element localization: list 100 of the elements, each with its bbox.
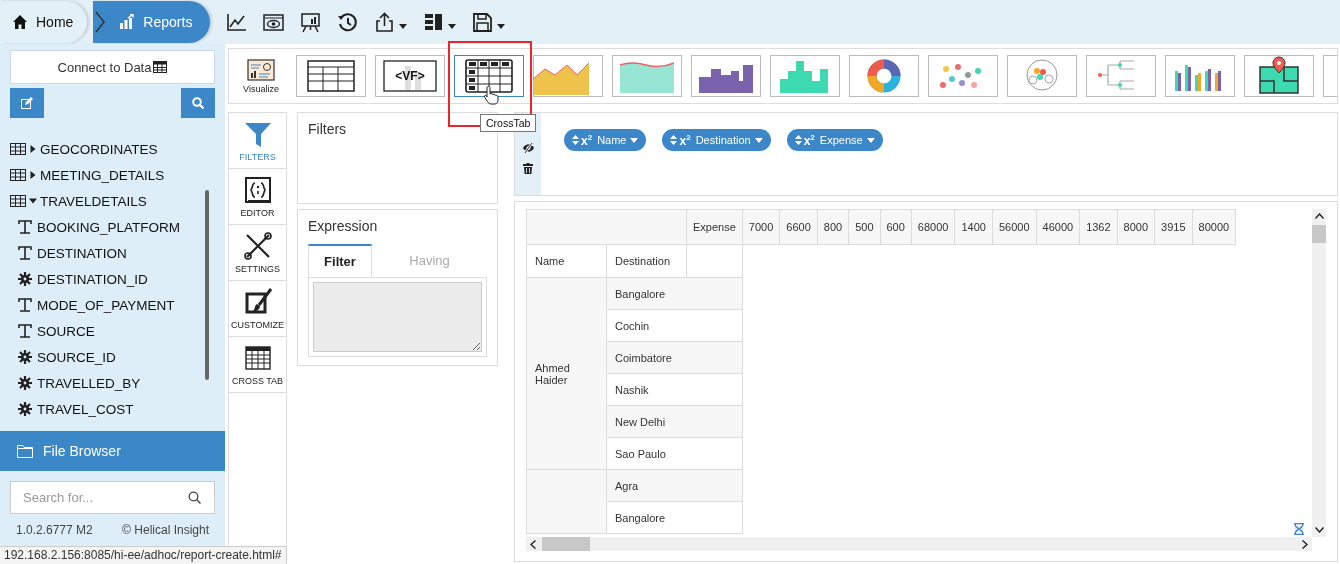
sort-icon (572, 135, 579, 145)
visualize-button[interactable]: Visualize (235, 58, 287, 94)
table-header-cell: 3915 (1154, 209, 1193, 245)
expression-input[interactable] (313, 282, 482, 352)
scroll-down-icon (1314, 527, 1324, 533)
field-item[interactable]: SOURCE (37, 323, 95, 339)
table-icon (10, 169, 26, 181)
scrollbar-thumb[interactable] (205, 190, 209, 380)
chevron-icon (93, 10, 108, 34)
chart-type-button[interactable]: <VF> (375, 55, 445, 97)
breadcrumb-tab[interactable]: Home (0, 1, 88, 43)
version-text: 1.0.2.6777 M2 (16, 523, 93, 537)
table-cell: Nashik (606, 373, 743, 406)
home-icon (12, 14, 28, 30)
table-icon (10, 143, 26, 155)
gear-icon (18, 402, 32, 416)
bar-chart-icon (119, 14, 136, 30)
share-icon (374, 11, 396, 33)
save-icon (472, 11, 494, 33)
text-type-icon (18, 246, 32, 260)
chart-type-button[interactable] (454, 55, 524, 97)
table-cell: Bangalore (606, 501, 743, 534)
grid-table-icon (242, 343, 273, 373)
field-item[interactable]: TRAVELLED_BY (37, 375, 141, 391)
sort-icon (670, 135, 678, 145)
file-browser-button[interactable]: File Browser (0, 431, 225, 471)
field-item[interactable]: SOURCE_ID (37, 349, 116, 365)
table-header-cell: 1400 (954, 209, 993, 245)
field-item[interactable]: TRAVEL_COST (37, 401, 134, 417)
caret-right-icon[interactable] (29, 171, 37, 179)
table-cell: Sao Paulo (606, 437, 743, 470)
caret-icon (630, 137, 639, 143)
copyright-text: © Helical Insight (122, 523, 209, 537)
hide-button[interactable] (521, 143, 535, 153)
search-field[interactable]: Search for... (10, 481, 215, 514)
folder-icon (17, 444, 33, 458)
search-icon (192, 97, 204, 109)
scrollbar-thumb[interactable] (1312, 225, 1326, 243)
layout-icon (423, 11, 445, 33)
gear-icon (18, 272, 32, 286)
table-header-cell: 8000 (1117, 209, 1155, 245)
hourglass-icon (1294, 523, 1304, 535)
history-icon (337, 11, 359, 33)
presentation-icon (300, 11, 322, 33)
gear-icon (18, 376, 32, 390)
breadcrumb-tab[interactable]: Reports (93, 1, 211, 43)
scroll-up-icon (1314, 213, 1324, 219)
caret-down-icon[interactable] (29, 197, 37, 205)
table-cell: Agra (606, 469, 743, 502)
table-header-cell: Destination (606, 244, 687, 278)
table-header-cell: 800 (817, 209, 849, 245)
trash-icon (523, 163, 533, 174)
field-item[interactable]: BOOKING_PLATFORM (37, 219, 181, 235)
tools-icon (242, 231, 273, 261)
hand-cursor-icon (483, 85, 499, 105)
field-chip[interactable]: x$^{2}$ Destination (662, 129, 771, 151)
chart-type-button[interactable] (1244, 55, 1314, 97)
caret-icon (754, 137, 763, 143)
field-chip[interactable]: x$^{2}$ Name (564, 129, 647, 151)
text-type-icon (18, 298, 32, 312)
text-type-icon (18, 220, 32, 234)
table-icon (153, 61, 168, 73)
table-cell: Ahmed Haider (526, 277, 607, 470)
status-url: 192.168.2.156:8085/hi-ee/adhoc/report-create.html# (0, 546, 287, 564)
caret-icon (448, 23, 457, 29)
panel-title: Filters (308, 121, 348, 137)
scroll-left-icon (530, 539, 536, 549)
sort-icon (794, 135, 802, 145)
table-header-cell: 600 (880, 209, 912, 245)
field-item[interactable]: MEETING_DETAILS (40, 167, 165, 183)
table-cell: Cochin (606, 309, 743, 342)
chart-type-button[interactable] (296, 55, 366, 97)
gear-icon (18, 350, 32, 364)
caret-right-icon[interactable] (29, 145, 37, 153)
scrollbar-thumb[interactable] (542, 537, 590, 551)
code-braces-icon (242, 175, 273, 205)
caret-icon (399, 23, 408, 29)
line-chart-icon (226, 11, 248, 33)
table-icon (10, 195, 26, 207)
field-item[interactable]: DESTINATION (37, 245, 127, 261)
search-button[interactable] (181, 88, 215, 118)
table-header-cell: 46000 (1036, 209, 1080, 245)
table-cell: New Delhi (606, 405, 743, 438)
expression-tab[interactable]: Filter (308, 244, 372, 277)
caret-icon (497, 23, 506, 29)
connect-to-data-button[interactable]: Connect to Data (10, 50, 215, 84)
table-header-cell: 1362 (1079, 209, 1118, 245)
caret-icon (866, 137, 875, 143)
edit-button[interactable] (10, 88, 44, 118)
table-header-cell: 68000 (911, 209, 955, 245)
table-cell: Bangalore (606, 277, 743, 310)
field-item[interactable]: GEOCORDINATES (40, 141, 158, 157)
field-item[interactable]: TRAVELDETAILS (40, 193, 147, 209)
delete-button[interactable] (523, 163, 533, 174)
field-item[interactable]: MODE_OF_PAYMENT (37, 297, 175, 313)
field-chip[interactable]: x$^{2}$ Expense (786, 129, 883, 151)
search-icon (188, 491, 201, 504)
field-item[interactable]: DESTINATION_ID (37, 271, 148, 287)
table-header-cell: 500 (848, 209, 880, 245)
tooltip: CrossTab (480, 114, 537, 132)
